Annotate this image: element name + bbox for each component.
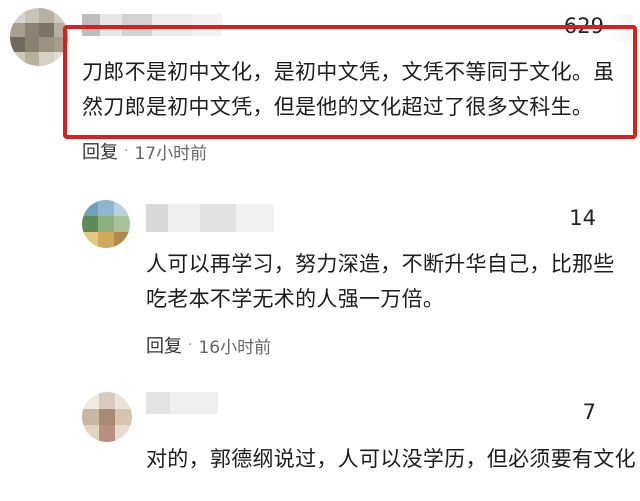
comment-meta: 回复 · 16小时前 — [146, 332, 271, 358]
username-blurred[interactable] — [146, 392, 218, 414]
like-count[interactable]: 7 — [540, 400, 596, 428]
comment-text: 对的，郭德纲说过，人可以没学历，但必须要有文化 — [146, 447, 636, 471]
username-blurred[interactable] — [146, 204, 274, 232]
avatar[interactable] — [82, 200, 130, 248]
comment-meta: 回复 · 17小时前 — [82, 138, 207, 164]
avatar[interactable] — [10, 8, 68, 66]
comment-text: 人可以再学习，努力深造，不断升华自己，比那些吃老本不学无术的人强一万倍。 — [146, 252, 615, 311]
thumb-up-icon[interactable] — [600, 206, 626, 234]
comment-text: 刀郎不是初中文化，是初中文凭，文凭不等同于文化。虽然刀郎是初中文凭，但是他的文化… — [82, 60, 615, 119]
like-count[interactable]: 14 — [540, 206, 596, 234]
separator-dot: · — [188, 337, 193, 353]
reply-button[interactable]: 回复 — [146, 332, 182, 358]
timestamp: 17小时前 — [134, 143, 208, 164]
thumb-up-icon[interactable] — [600, 400, 626, 428]
avatar[interactable] — [82, 392, 132, 442]
separator-dot: · — [124, 143, 129, 159]
reply-button[interactable]: 回复 — [82, 138, 118, 164]
timestamp: 16小时前 — [198, 337, 272, 358]
